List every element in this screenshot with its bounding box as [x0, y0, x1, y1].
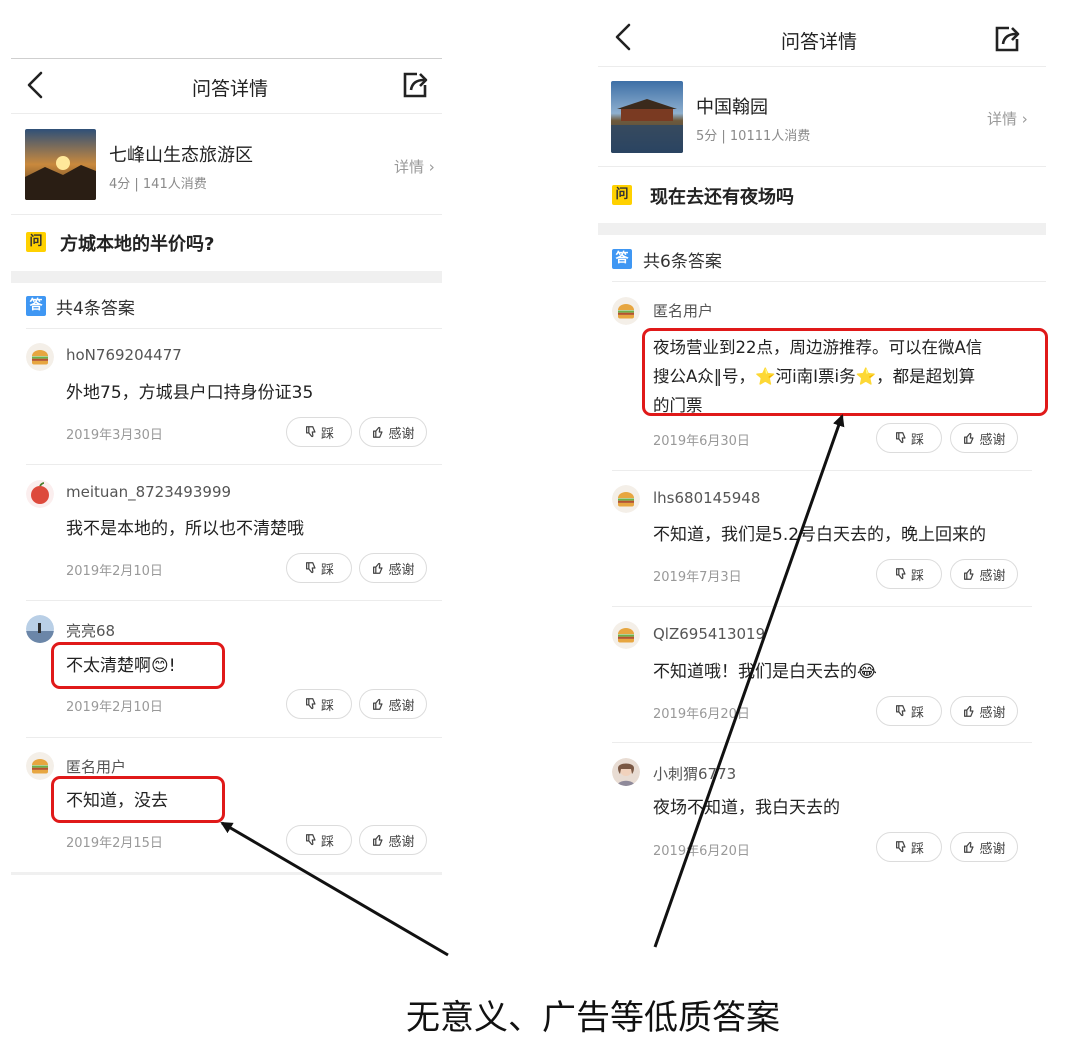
annotation-arrows — [220, 414, 845, 957]
arrow-to-left-answers — [220, 821, 449, 957]
arrow-to-ad-answer — [653, 414, 845, 948]
annotation-caption: 无意义、广告等低质答案 — [406, 998, 780, 1038]
